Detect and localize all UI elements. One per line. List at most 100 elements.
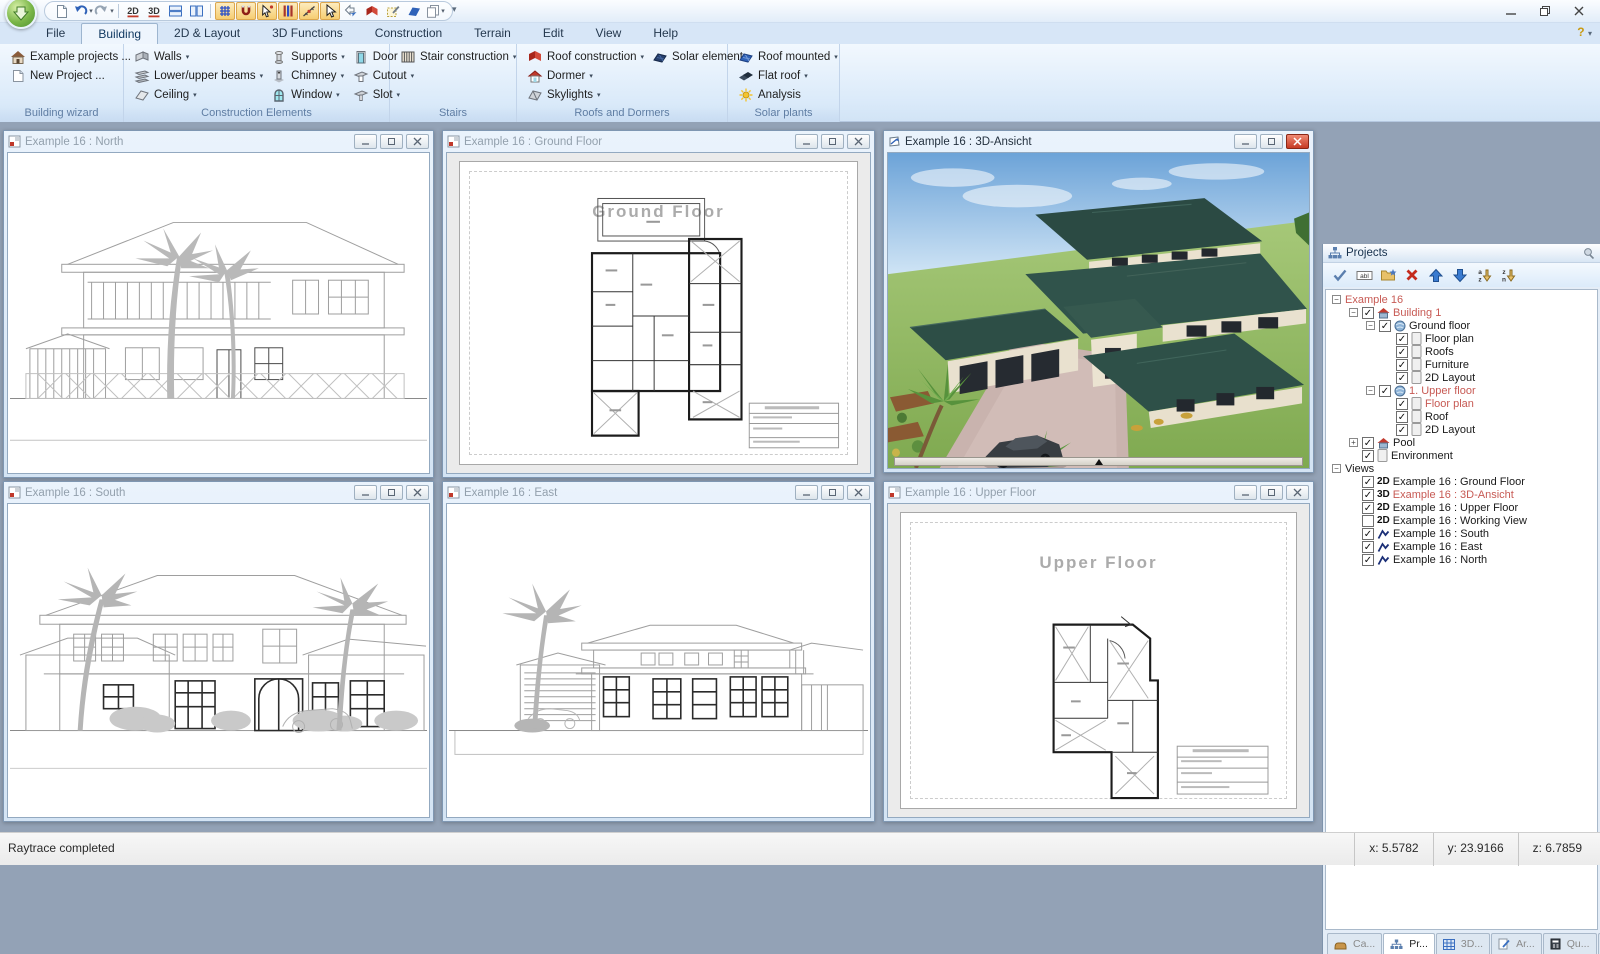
tree-row[interactable]: ✓2DExample 16 : Upper Floor: [1326, 501, 1597, 514]
tree-checkbox[interactable]: ✓: [1396, 359, 1408, 371]
tree-checkbox[interactable]: ✓: [1362, 528, 1374, 540]
close-button[interactable]: [1562, 0, 1596, 22]
tree-row[interactable]: ✓2D Layout: [1326, 423, 1597, 436]
tree-row[interactable]: −✓1. Upper floor: [1326, 384, 1597, 397]
dropdown-caret-icon[interactable]: ▾: [89, 7, 93, 15]
window-restore-button[interactable]: [380, 134, 403, 149]
window-restore-button[interactable]: [821, 485, 844, 500]
tab-file[interactable]: File: [30, 23, 81, 44]
copy-button[interactable]: ▾: [425, 2, 445, 20]
ribbon-button-supports[interactable]: Supports▾: [267, 47, 349, 66]
toolbar-customize-handle[interactable]: ▾: [452, 4, 457, 15]
tree-row[interactable]: ✓3DExample 16 : 3D-Ansicht: [1326, 488, 1597, 501]
tree-expander-icon[interactable]: −: [1332, 295, 1341, 304]
tree-expander-icon[interactable]: −: [1332, 464, 1341, 473]
panel-tab-qu[interactable]: Qu...: [1543, 933, 1597, 954]
window-north-titlebar[interactable]: Example 16 : North: [4, 131, 433, 152]
tree-row[interactable]: −✓Building 1: [1326, 306, 1597, 319]
dropdown-caret-icon[interactable]: ▾: [193, 91, 197, 99]
pin-icon[interactable]: [1582, 247, 1595, 260]
window-close-button[interactable]: [847, 134, 870, 149]
tree-checkbox[interactable]: ✓: [1396, 411, 1408, 423]
window-minimize-button[interactable]: [354, 134, 377, 149]
confirm-check-button[interactable]: [1331, 266, 1349, 284]
transform-button[interactable]: [341, 2, 361, 20]
roof-tool-button[interactable]: [362, 2, 382, 20]
tree-checkbox[interactable]: ✓: [1362, 450, 1374, 462]
tree-row[interactable]: −Example 16: [1326, 293, 1597, 306]
tree-expander-icon[interactable]: +: [1349, 438, 1358, 447]
window-3d-view[interactable]: Example 16 : 3D-Ansicht: [883, 130, 1314, 473]
window-close-button[interactable]: [406, 485, 429, 500]
view-rotation-scrollbar[interactable]: [894, 457, 1303, 466]
tree-row[interactable]: ✓Floor plan: [1326, 332, 1597, 345]
grid-button[interactable]: [215, 2, 235, 20]
tree-checkbox[interactable]: ✓: [1379, 385, 1391, 397]
window-south-titlebar[interactable]: Example 16 : South: [4, 482, 433, 503]
tree-row[interactable]: ✓Furniture: [1326, 358, 1597, 371]
upper-floor-canvas[interactable]: Upper Floor: [887, 503, 1310, 818]
window-close-button[interactable]: [847, 485, 870, 500]
ribbon-button-stair-construction[interactable]: Stair construction▾: [396, 47, 520, 66]
tab-help[interactable]: Help: [637, 23, 694, 44]
magnet-button[interactable]: [236, 2, 256, 20]
tree-row[interactable]: ✓Roofs: [1326, 345, 1597, 358]
undo-button[interactable]: ▾: [73, 2, 93, 20]
ribbon-button-example-projects-[interactable]: Example projects ...: [6, 47, 135, 66]
ribbon-button-analysis[interactable]: Analysis: [734, 85, 842, 104]
tab-construction[interactable]: Construction: [359, 23, 458, 44]
ribbon-button-chimney[interactable]: Chimney▾: [267, 66, 349, 85]
tree-checkbox[interactable]: ✓: [1396, 424, 1408, 436]
axis-button[interactable]: [299, 2, 319, 20]
ribbon-button-ceiling[interactable]: Ceiling▾: [130, 85, 267, 104]
dropdown-caret-icon[interactable]: ▾: [341, 72, 345, 80]
move-down-button[interactable]: [1451, 266, 1469, 284]
render-3d-canvas[interactable]: [887, 152, 1310, 469]
window-minimize-button[interactable]: [354, 485, 377, 500]
dropdown-caret-icon[interactable]: ▾: [110, 7, 114, 15]
north-elevation-canvas[interactable]: [7, 152, 430, 474]
tree-expander-icon[interactable]: −: [1366, 321, 1375, 330]
tree-row[interactable]: ✓2D Layout: [1326, 371, 1597, 384]
dropdown-caret-icon[interactable]: ▾: [441, 7, 445, 15]
ribbon-button-skylights[interactable]: Skylights▾: [523, 85, 648, 104]
tab-view[interactable]: View: [580, 23, 638, 44]
tab-2d-layout[interactable]: 2D & Layout: [158, 23, 256, 44]
ribbon-button-new-project-[interactable]: New Project ...: [6, 66, 135, 85]
east-elevation-canvas[interactable]: [446, 503, 871, 818]
tree-checkbox[interactable]: ✓: [1362, 502, 1374, 514]
new-page-button[interactable]: [52, 2, 72, 20]
dropdown-caret-icon[interactable]: ▾: [341, 53, 345, 61]
ribbon-button-roof-construction[interactable]: Roof construction▾: [523, 47, 648, 66]
tree-row[interactable]: −Views: [1326, 462, 1597, 475]
window-close-button[interactable]: [1286, 485, 1309, 500]
window-minimize-button[interactable]: [795, 134, 818, 149]
minimize-button[interactable]: [1494, 0, 1528, 22]
dropdown-caret-icon[interactable]: ▾: [641, 53, 645, 61]
dropdown-caret-icon[interactable]: ▾: [336, 91, 340, 99]
window-3d-titlebar[interactable]: Example 16 : 3D-Ansicht: [884, 131, 1313, 152]
tree-checkbox[interactable]: ✓: [1396, 346, 1408, 358]
dropdown-caret-icon[interactable]: ▾: [597, 91, 601, 99]
window-south[interactable]: Example 16 : South: [3, 481, 434, 822]
window-north[interactable]: Example 16 : North: [3, 130, 434, 478]
panel-tab-3d[interactable]: 3D...: [1436, 933, 1490, 954]
tree-row[interactable]: ✓Floor plan: [1326, 397, 1597, 410]
select-arrow-button[interactable]: [320, 2, 340, 20]
tree-checkbox[interactable]: [1362, 515, 1374, 527]
tree-checkbox[interactable]: ✓: [1362, 489, 1374, 501]
sort-za-button[interactable]: zn: [1499, 266, 1517, 284]
dropdown-caret-icon[interactable]: ▾: [186, 53, 190, 61]
tree-expander-icon[interactable]: −: [1366, 386, 1375, 395]
dropdown-caret-icon[interactable]: ▾: [589, 72, 593, 80]
tree-row[interactable]: ✓Roof: [1326, 410, 1597, 423]
view-3d-button[interactable]: 3D: [144, 2, 164, 20]
tree-checkbox[interactable]: ✓: [1362, 307, 1374, 319]
tree-checkbox[interactable]: ✓: [1396, 372, 1408, 384]
folder-options-button[interactable]: [1379, 266, 1397, 284]
tree-checkbox[interactable]: ✓: [1362, 437, 1374, 449]
window-upper-floor-titlebar[interactable]: Example 16 : Upper Floor: [884, 482, 1313, 503]
tree-row[interactable]: ✓Example 16 : South: [1326, 527, 1597, 540]
window-restore-button[interactable]: [1260, 485, 1283, 500]
rename-abl-button[interactable]: abl: [1355, 266, 1373, 284]
